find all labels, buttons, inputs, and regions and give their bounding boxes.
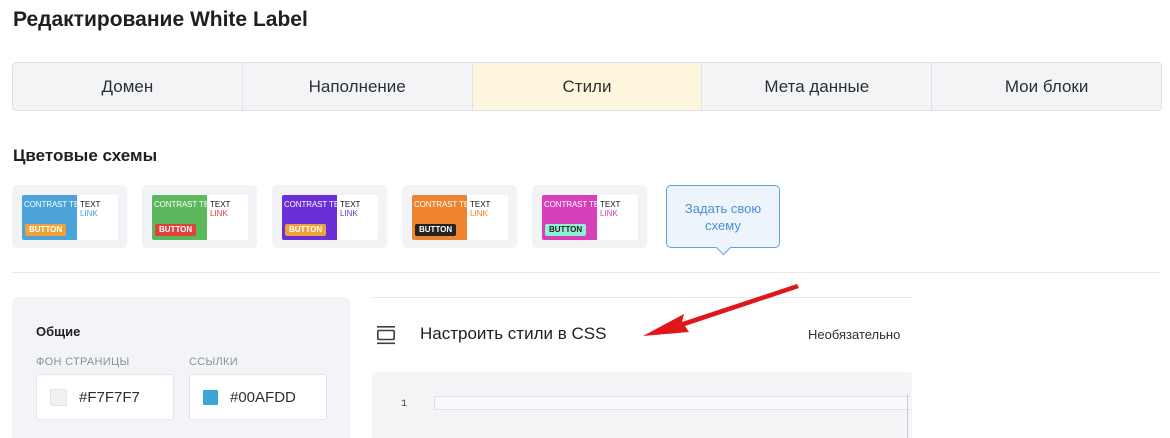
- color-scheme-option[interactable]: CONTRAST TEXT BUTTON TEXT LINK: [272, 185, 387, 248]
- color-scheme-option[interactable]: CONTRAST TEXT BUTTON TEXT LINK: [12, 185, 127, 248]
- scheme-link-sample: LINK: [80, 209, 98, 218]
- scheme-preview: CONTRAST TEXT BUTTON TEXT LINK: [282, 195, 378, 240]
- scheme-text-sample: TEXT: [600, 200, 621, 209]
- color-scheme-option[interactable]: CONTRAST TEXT BUTTON TEXT LINK: [142, 185, 257, 248]
- scheme-preview: CONTRAST TEXT BUTTON TEXT LINK: [22, 195, 118, 240]
- line-number: 1: [401, 399, 408, 410]
- links-value: #00AFDD: [230, 388, 296, 406]
- color-schemes-title: Цветовые схемы: [13, 146, 158, 165]
- color-scheme-option[interactable]: CONTRAST TEXT BUTTON TEXT LINK: [532, 185, 647, 248]
- scheme-text-link: TEXT LINK: [470, 200, 490, 218]
- editor-scroll-edge: [907, 394, 908, 438]
- custom-scheme-button[interactable]: Задать свою схему: [666, 185, 780, 256]
- scheme-text-sample: TEXT: [80, 200, 101, 209]
- page-title: Редактирование White Label: [13, 8, 308, 31]
- scheme-text-link: TEXT LINK: [340, 200, 360, 218]
- scheme-preview: CONTRAST TEXT BUTTON TEXT LINK: [542, 195, 638, 240]
- scheme-link-sample: LINK: [600, 209, 618, 218]
- tab-meta-data[interactable]: Мета данные: [702, 63, 933, 110]
- scheme-preview: CONTRAST TEXT BUTTON TEXT LINK: [152, 195, 248, 240]
- annotation-arrow-icon: [643, 284, 799, 336]
- tab-domain[interactable]: Домен: [13, 63, 243, 110]
- code-line-input[interactable]: [434, 396, 910, 410]
- css-panel-icon: [376, 326, 395, 345]
- scheme-preview: CONTRAST TEXT BUTTON TEXT LINK: [412, 195, 508, 240]
- tab-content[interactable]: Наполнение: [243, 63, 473, 110]
- scheme-button-sample: BUTTON: [25, 224, 67, 236]
- page-bg-color-field[interactable]: #F7F7F7: [36, 374, 174, 420]
- css-editor[interactable]: 1: [372, 372, 912, 438]
- scheme-button-sample: BUTTON: [155, 224, 197, 236]
- scheme-text-sample: TEXT: [340, 200, 361, 209]
- scheme-link-sample: LINK: [340, 209, 358, 218]
- page-bg-swatch: [50, 388, 67, 406]
- page-bg-value: #F7F7F7: [79, 388, 140, 406]
- css-section-border: [372, 297, 912, 298]
- tabs: Домен Наполнение Стили Мета данные Мои б…: [12, 62, 1162, 111]
- general-panel: Общие ФОН СТРАНИЦЫ ССЫЛКИ #F7F7F7 #00AFD…: [12, 297, 350, 438]
- tab-styles[interactable]: Стили: [472, 63, 703, 110]
- links-swatch: [203, 389, 218, 405]
- scheme-button-sample: BUTTON: [545, 224, 587, 236]
- scheme-button-sample: BUTTON: [285, 224, 327, 236]
- scheme-text-sample: TEXT: [210, 200, 231, 209]
- scheme-text-link: TEXT LINK: [600, 200, 620, 218]
- scheme-text-link: TEXT LINK: [210, 200, 230, 218]
- links-color-field[interactable]: #00AFDD: [189, 374, 327, 420]
- scheme-link-sample: LINK: [210, 209, 228, 218]
- custom-scheme-label: Задать свою схему: [684, 200, 762, 233]
- section-divider: [12, 272, 1160, 273]
- caret-down-icon: [715, 239, 732, 256]
- color-scheme-option[interactable]: CONTRAST TEXT BUTTON TEXT LINK: [402, 185, 517, 248]
- css-optional-label: Необязательно: [808, 327, 901, 342]
- css-section-title[interactable]: Настроить стили в CSS: [420, 324, 606, 344]
- links-color-label: ССЫЛКИ: [189, 356, 238, 368]
- page-bg-label: ФОН СТРАНИЦЫ: [36, 356, 130, 368]
- scheme-link-sample: LINK: [470, 209, 488, 218]
- general-title: Общие: [36, 324, 81, 339]
- tab-my-blocks[interactable]: Мои блоки: [932, 63, 1161, 110]
- scheme-text-sample: TEXT: [470, 200, 491, 209]
- scheme-button-sample: BUTTON: [415, 224, 457, 236]
- scheme-text-link: TEXT LINK: [80, 200, 100, 218]
